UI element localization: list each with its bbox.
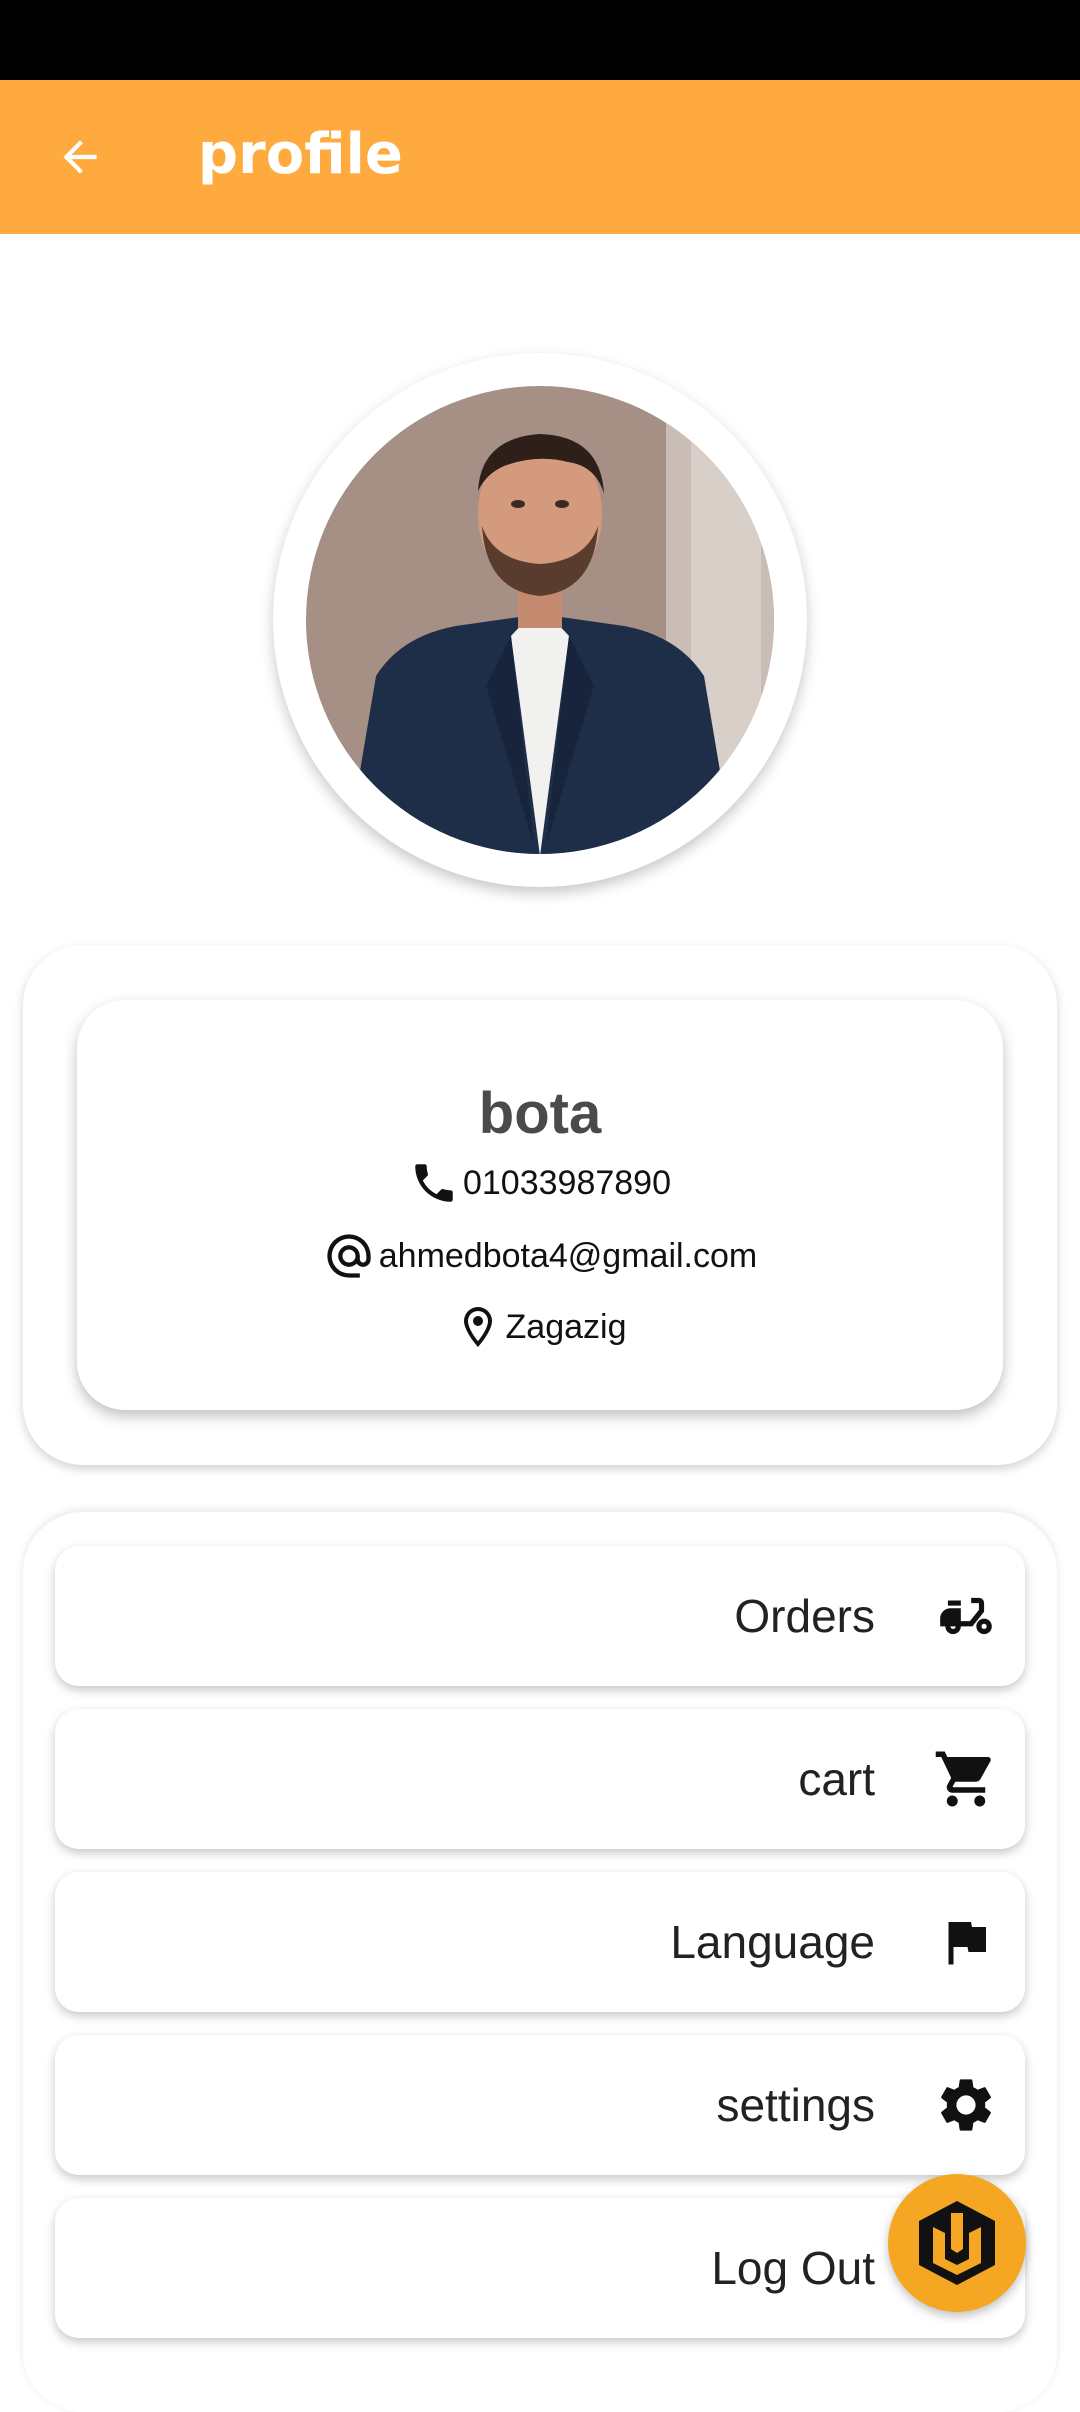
- email-row: ahmedbota4@gmail.com: [77, 1230, 1003, 1282]
- phone-row: 01033987890: [77, 1158, 1003, 1208]
- app-logo-icon: [919, 2201, 995, 2285]
- shopping-cart-icon: [931, 1744, 1001, 1814]
- page-title: profile: [198, 122, 403, 187]
- arrow-back-icon: [63, 140, 97, 174]
- menu-item-orders[interactable]: Orders: [55, 1546, 1025, 1686]
- location-text: Zagazig: [505, 1307, 627, 1346]
- menu-item-label: settings: [716, 2079, 875, 2131]
- profile-info-card: bota 01033987890 ahmedbota4@gmail.com Za…: [77, 1000, 1003, 1410]
- phone-icon: [415, 1164, 453, 1202]
- menu-item-language[interactable]: Language: [55, 1872, 1025, 2012]
- flag-icon: [931, 1907, 1001, 1977]
- menu-item-settings[interactable]: settings: [55, 2035, 1025, 2175]
- phone-number: 01033987890: [462, 1163, 671, 1202]
- gear-icon: [931, 2070, 1001, 2140]
- menu-item-label: Log Out: [711, 2242, 875, 2294]
- status-bar: [0, 0, 1080, 80]
- menu-item-logout[interactable]: Log Out: [55, 2198, 1025, 2338]
- user-name: bota: [478, 1081, 602, 1146]
- avatar-frame: [273, 353, 807, 887]
- app-bar: profile: [0, 80, 1080, 234]
- menu-item-label: Orders: [734, 1590, 875, 1642]
- email-address: ahmedbota4@gmail.com: [378, 1236, 758, 1275]
- location-row: Zagazig: [77, 1302, 1003, 1352]
- at-icon: [327, 1234, 371, 1278]
- avatar[interactable]: [306, 386, 774, 854]
- delivery-scooter-icon: [931, 1581, 1001, 1651]
- back-button[interactable]: [48, 125, 112, 189]
- location-pin-icon: [463, 1307, 492, 1347]
- profile-info-panel: bota 01033987890 ahmedbota4@gmail.com Za…: [23, 945, 1057, 1465]
- menu-item-cart[interactable]: cart: [55, 1709, 1025, 1849]
- menu-item-label: cart: [798, 1753, 875, 1805]
- menu-item-label: Language: [670, 1916, 875, 1968]
- avatar-photo: [306, 386, 774, 854]
- floating-app-button[interactable]: [888, 2174, 1026, 2312]
